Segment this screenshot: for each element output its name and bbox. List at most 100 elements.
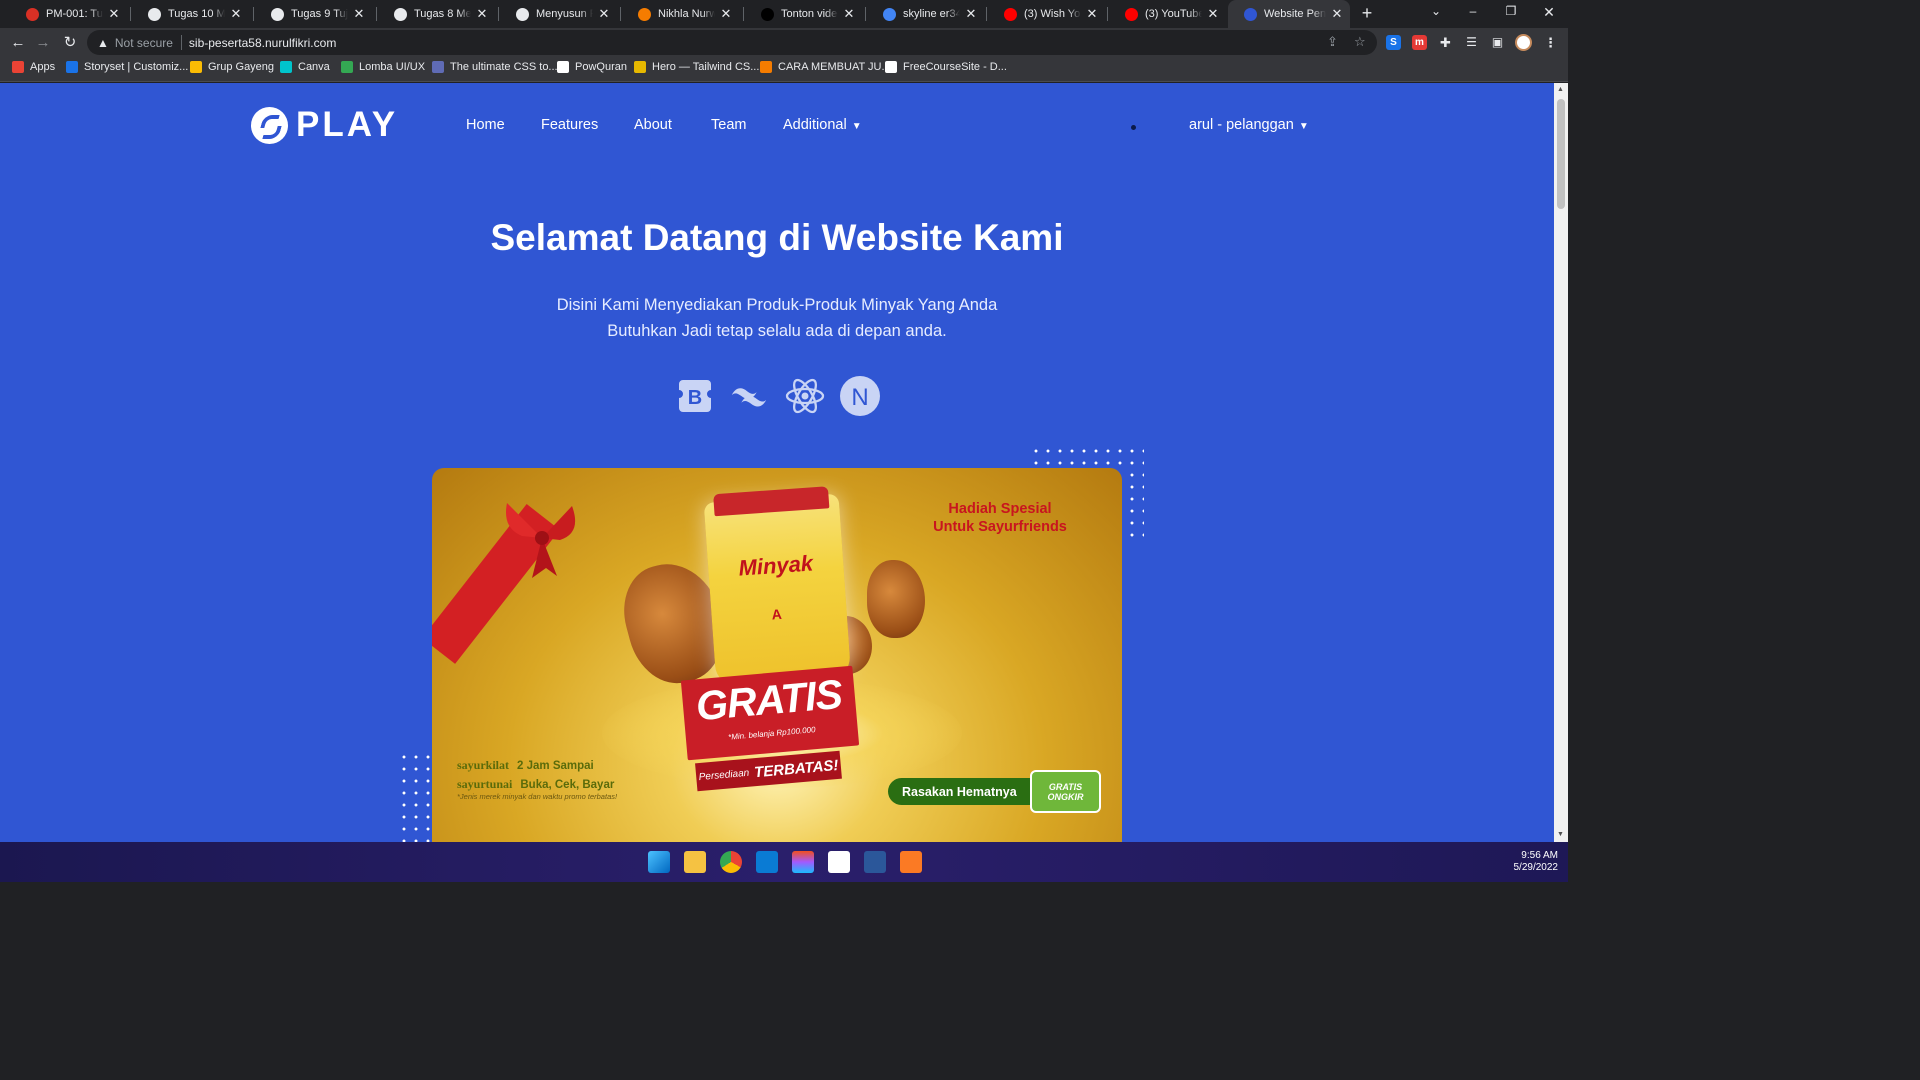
restore-icon[interactable]: ❐: [1501, 4, 1521, 18]
tab-favicon-icon: [883, 7, 896, 21]
gratis-label-box: GRATIS *Min. belanja Rp100.000: [680, 665, 860, 761]
tab-close-icon[interactable]: ✕: [1330, 6, 1344, 22]
browser-tab[interactable]: Tugas 10 Metode Penelitian ✕: [132, 0, 249, 28]
tab-close-icon[interactable]: ✕: [352, 6, 366, 22]
tab-close-icon[interactable]: ✕: [842, 6, 856, 22]
tab-close-icon[interactable]: ✕: [1085, 6, 1099, 22]
word-icon[interactable]: [864, 851, 886, 873]
nav-about[interactable]: About: [634, 117, 672, 133]
bookmark-item[interactable]: The ultimate CSS to...: [432, 61, 558, 73]
nav-additional[interactable]: Additional ▼: [783, 117, 862, 133]
bookmark-item[interactable]: Lomba UI/UX: [341, 61, 425, 73]
notion-icon[interactable]: [828, 851, 850, 873]
os-taskbar: [0, 842, 1568, 882]
address-bar[interactable]: ▲ Not secure sib-peserta58.nurulfikri.co…: [87, 30, 1377, 55]
bookmark-item[interactable]: CARA MEMBUAT JU...: [760, 61, 891, 73]
figma-icon[interactable]: [792, 851, 814, 873]
promo-disclaimer: *Jenis merek minyak dan waktu promo terb…: [457, 792, 618, 801]
gift-bow-icon: [506, 503, 576, 578]
forward-icon[interactable]: →: [33, 33, 53, 53]
xampp-icon[interactable]: [900, 851, 922, 873]
tab-separator: [865, 7, 866, 21]
browser-tab[interactable]: skyline er34 - Google ✕: [867, 0, 984, 28]
browser-tab[interactable]: (3) Wish You ✕: [988, 0, 1105, 28]
tab-close-icon[interactable]: ✕: [475, 6, 489, 22]
tab-close-icon[interactable]: ✕: [964, 6, 978, 22]
bootstrap-icon[interactable]: B: [674, 375, 716, 417]
browser-tab[interactable]: Tugas 9 Tujuan Penelitian ✕: [255, 0, 372, 28]
tab-title: skyline er34 - Google: [903, 8, 960, 20]
bookmark-item[interactable]: Apps: [12, 61, 55, 73]
gift-headline: Hadiah Spesial Untuk Sayurfriends: [910, 500, 1090, 536]
windows-start-icon[interactable]: [648, 851, 670, 873]
tab-close-icon[interactable]: ✕: [1206, 6, 1220, 22]
close-window-icon[interactable]: ✕: [1539, 4, 1559, 21]
tab-title: Tugas 8 Menyusun: [414, 8, 471, 20]
system-clock[interactable]: 9:56 AM 5/29/2022: [1500, 850, 1559, 874]
tab-search-icon[interactable]: ⌄: [1426, 4, 1446, 18]
profile-avatar[interactable]: [1515, 34, 1532, 51]
sayurkilat-desc: 2 Jam Sampai: [517, 760, 594, 772]
browser-tab[interactable]: Menyusun Pedoman ✕: [500, 0, 617, 28]
bookmark-star-icon[interactable]: ☆: [1354, 34, 1366, 50]
browser-tab[interactable]: (3) YouTube ✕: [1109, 0, 1226, 28]
chevron-down-icon: ▼: [851, 121, 862, 132]
bookmark-item[interactable]: FreeCourseSite - D...: [885, 61, 1007, 73]
reload-icon[interactable]: ↻: [60, 33, 80, 53]
browser-tab[interactable]: Tonton video yang ✕: [745, 0, 862, 28]
react-icon[interactable]: [784, 375, 826, 417]
scroll-down-icon[interactable]: ▼: [1557, 831, 1564, 838]
tab-separator: [1107, 7, 1108, 21]
cta-button[interactable]: Rasakan Hematnya: [888, 778, 1050, 805]
scrollbar-thumb[interactable]: [1557, 99, 1565, 209]
scroll-up-icon[interactable]: ▲: [1557, 86, 1564, 93]
chrome-icon[interactable]: [720, 851, 742, 873]
browser-tab[interactable]: Website Pendataan ✕: [1228, 0, 1350, 28]
bookmark-label: PowQuran: [575, 61, 627, 73]
gratis-headline: GRATIS: [694, 670, 844, 730]
bookmark-item[interactable]: Storyset | Customiz...: [66, 61, 188, 73]
minimize-icon[interactable]: –: [1463, 4, 1483, 18]
bookmark-item[interactable]: Canva: [280, 61, 330, 73]
reading-list-icon[interactable]: ☰: [1464, 35, 1479, 50]
nav-home[interactable]: Home: [466, 117, 505, 133]
nav-features[interactable]: Features: [541, 117, 598, 133]
vscode-icon[interactable]: [756, 851, 778, 873]
badge-line1: GRATIS: [1048, 781, 1083, 792]
file-explorer-icon[interactable]: [684, 851, 706, 873]
tab-close-icon[interactable]: ✕: [107, 6, 121, 22]
url-text[interactable]: sib-peserta58.nurulfikri.com: [189, 36, 336, 50]
browser-menu-icon[interactable]: ⋮: [1543, 35, 1558, 50]
clock-date: 5/29/2022: [1513, 862, 1559, 873]
tab-title: PM-001: Tugas Pertemuan 10: [46, 8, 103, 20]
tab-close-icon[interactable]: ✕: [597, 6, 611, 22]
extensions-puzzle-icon[interactable]: ✚: [1438, 35, 1453, 50]
tailwind-icon[interactable]: [728, 375, 770, 417]
browser-tab[interactable]: Nikhla Nurwandi ✕: [622, 0, 739, 28]
share-icon[interactable]: ⇪: [1327, 34, 1338, 50]
tab-close-icon[interactable]: ✕: [229, 6, 243, 22]
bookmark-item[interactable]: PowQuran: [557, 61, 627, 73]
browser-tab[interactable]: Tugas 8 Menyusun ✕: [378, 0, 495, 28]
bookmark-label: The ultimate CSS to...: [450, 61, 558, 73]
dot-pattern: [398, 751, 434, 842]
new-tab-button[interactable]: +: [1357, 3, 1377, 23]
page-scrollbar[interactable]: ▲ ▼: [1554, 83, 1568, 842]
sayurtunai-desc: Buka, Cek, Bayar: [520, 779, 615, 791]
bookmark-item[interactable]: Hero — Tailwind CS...: [634, 61, 759, 73]
nav-team[interactable]: Team: [711, 117, 746, 133]
promo-banner[interactable]: Minyak A Hadiah Spesial Untuk Sayurfriend…: [432, 468, 1122, 842]
site-logo[interactable]: PLAY: [251, 105, 398, 145]
extension-m-icon[interactable]: m: [1412, 35, 1427, 50]
bookmark-item[interactable]: Grup Gayeng: [190, 61, 274, 73]
user-menu[interactable]: arul - pelanggan ▼: [1189, 117, 1309, 133]
bookmark-label: FreeCourseSite - D...: [903, 61, 1007, 73]
bookmark-label: Apps: [30, 61, 56, 73]
service-list: sayurkilat 2 Jam Sampai sayurtunai Buka, C…: [457, 756, 614, 794]
browser-tab[interactable]: PM-001: Tugas Pertemuan 10 ✕: [10, 0, 127, 28]
nextjs-icon[interactable]: N: [839, 375, 881, 417]
tab-close-icon[interactable]: ✕: [719, 6, 733, 22]
back-icon[interactable]: ←: [8, 33, 28, 53]
extension-s-icon[interactable]: S: [1386, 35, 1401, 50]
side-panel-icon[interactable]: ▣: [1490, 35, 1505, 50]
